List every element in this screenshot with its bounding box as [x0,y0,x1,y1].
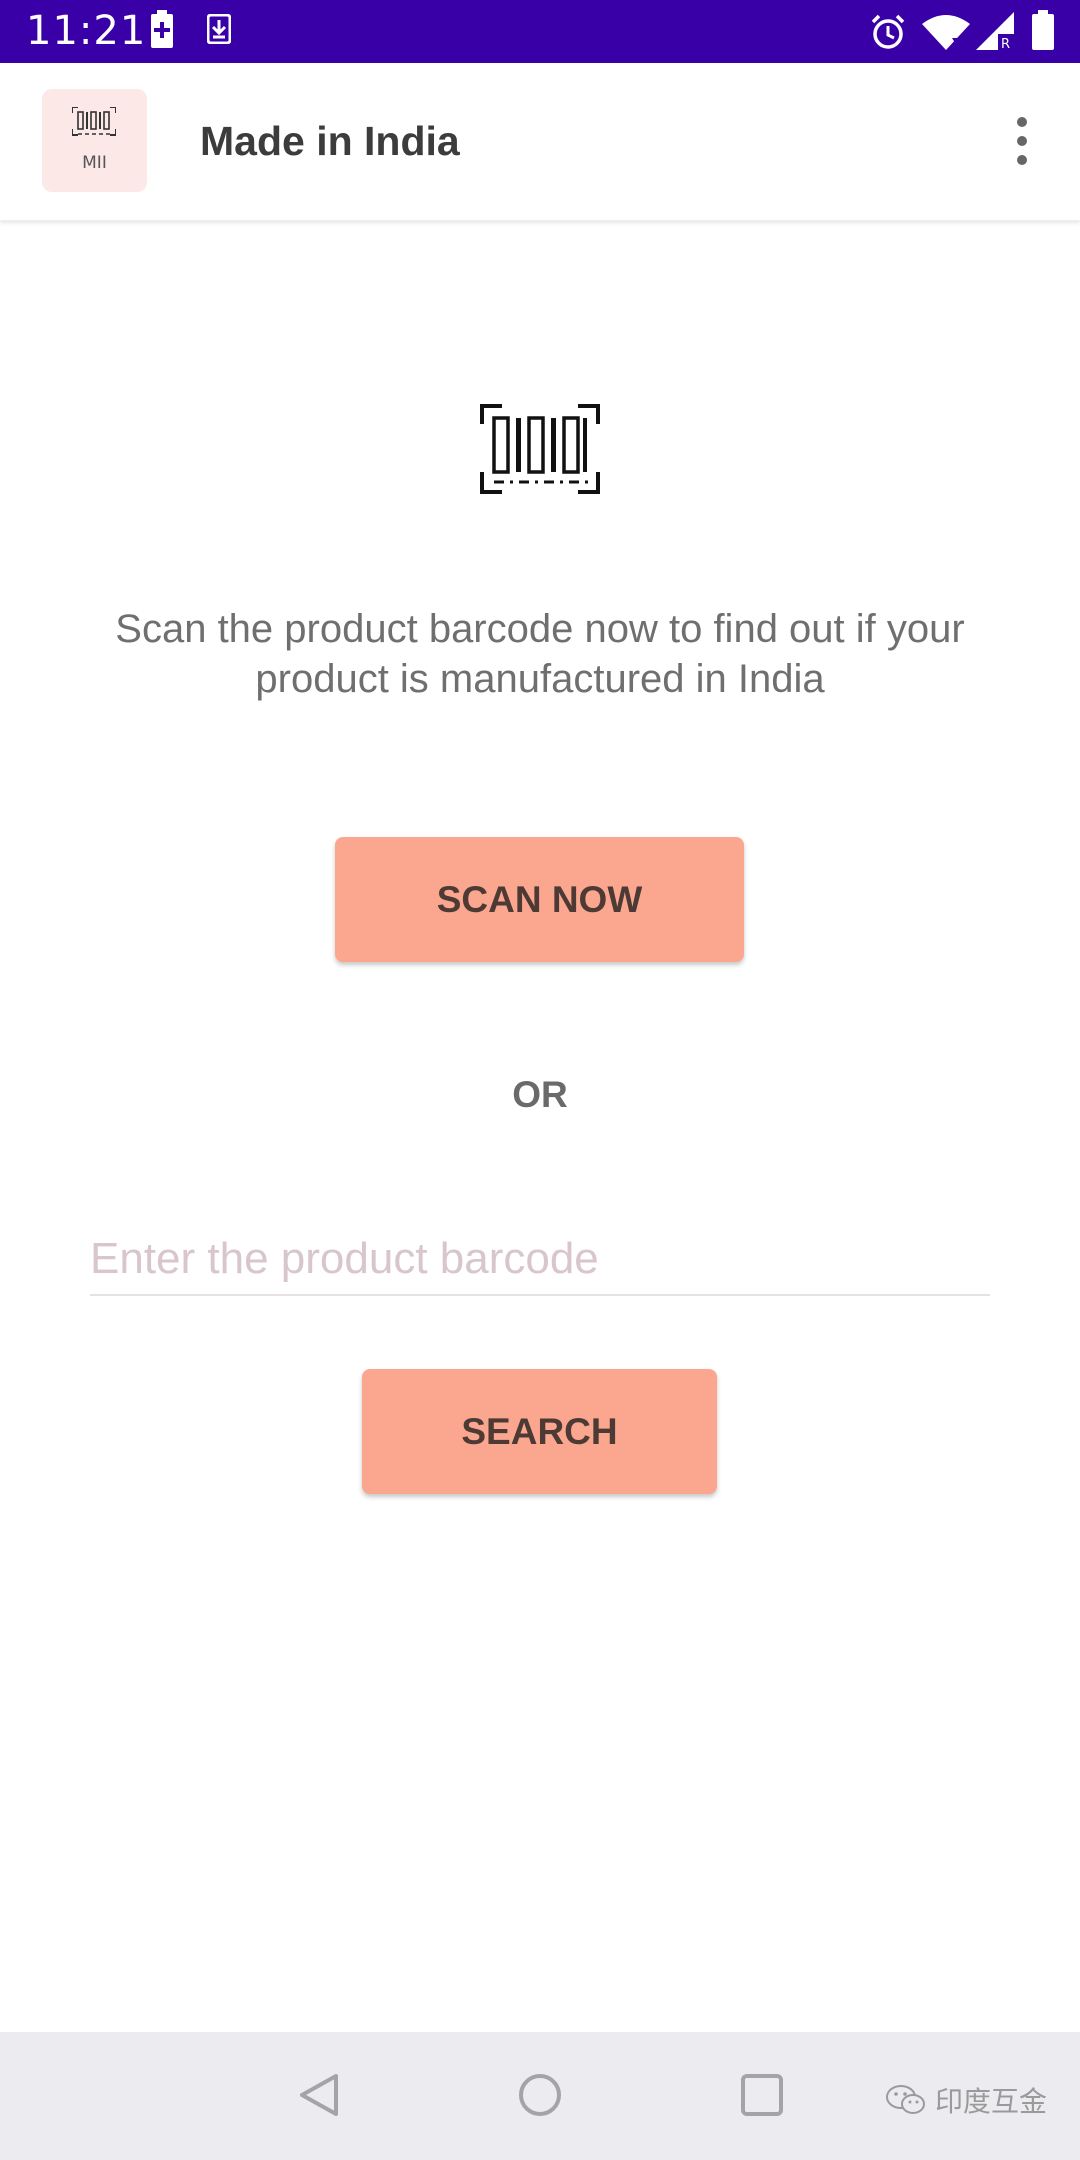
menu-dot [1017,155,1027,165]
home-icon[interactable] [518,2072,562,2123]
barcode-scan-icon [480,404,600,501]
wechat-icon [885,2083,927,2124]
app-bar: MII Made in India [0,63,1080,221]
recents-icon[interactable] [740,2072,784,2123]
back-icon[interactable] [298,2072,340,2123]
wifi-icon [922,14,970,55]
scan-instruction-text: Scan the product barcode now to find out… [115,607,965,701]
app-logo-text: MII [82,153,107,173]
watermark-text: 印度互金 [935,2085,1048,2118]
status-time: 11:21 [26,8,147,54]
svg-text:R: R [1001,37,1010,50]
search-button[interactable]: SEARCH [362,1369,717,1494]
more-vert-icon[interactable] [1002,111,1042,171]
barcode-logo-icon [72,107,116,136]
app-logo: MII [42,89,147,192]
or-divider-text: OR [512,1074,568,1115]
battery-icon [1032,10,1054,55]
battery-plus-icon [150,10,174,55]
menu-dot [1017,117,1027,127]
signal-icon: R [976,12,1014,55]
alarm-icon [870,14,906,55]
barcode-input[interactable] [90,1224,990,1296]
download-icon [206,13,232,49]
menu-dot [1017,136,1027,146]
app-title: Made in India [200,118,460,164]
status-bar: 11:21 R [0,0,1080,63]
scan-now-button[interactable]: SCAN NOW [335,837,744,962]
watermark: 印度互金 [885,2080,1047,2124]
